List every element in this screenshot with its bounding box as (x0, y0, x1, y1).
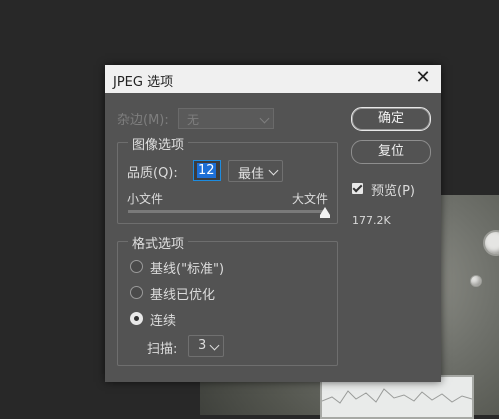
quality-preset-select[interactable]: 最佳 (228, 160, 283, 182)
radio-button[interactable] (130, 286, 143, 299)
format-options-group: 格式选项 基线("标准") 基线已优化 连续 扫描: 3 (117, 233, 338, 366)
dialog-titlebar[interactable]: JPEG 选项 ✕ (105, 65, 441, 93)
large-file-label: 大文件 (291, 192, 328, 206)
matte-select[interactable]: 无 (178, 108, 274, 129)
quality-slider-track[interactable] (128, 210, 325, 213)
format-option-label: 基线已优化 (150, 288, 216, 303)
image-options-group: 图像选项 品质(Q): 12 最佳 小文件 大文件 (117, 134, 338, 224)
quality-input-value: 12 (197, 163, 216, 178)
quality-input[interactable]: 12 (193, 160, 221, 181)
file-size-readout: 177.2K (352, 214, 391, 227)
image-options-title: 图像选项 (128, 134, 189, 153)
scan-select[interactable]: 3 (188, 335, 224, 357)
chevron-down-icon (268, 165, 279, 176)
close-icon[interactable]: ✕ (413, 67, 433, 89)
scan-select-value: 3 (198, 338, 207, 353)
jpeg-options-dialog: JPEG 选项 ✕ 杂边(M): 无 图像选项 品质(Q): 12 最佳 小文件… (105, 65, 441, 382)
sheet-graph-line (322, 388, 472, 404)
matte-select-value: 无 (187, 113, 200, 127)
matte-label: 杂边(M): (117, 113, 169, 128)
format-option-label: 连续 (150, 314, 177, 329)
canvas-knob (483, 230, 499, 256)
reset-button[interactable]: 复位 (351, 140, 431, 164)
quality-slider-thumb[interactable] (320, 207, 330, 218)
preview-checkbox[interactable] (352, 183, 363, 194)
chevron-down-icon (209, 340, 220, 351)
radio-button[interactable] (130, 260, 143, 273)
radio-button[interactable] (130, 312, 143, 325)
small-file-label: 小文件 (127, 192, 164, 206)
scan-label: 扫描: (147, 342, 178, 357)
format-option-label: 基线("标准") (150, 262, 225, 277)
canvas-knob-small (470, 275, 482, 287)
dialog-title: JPEG 选项 (113, 75, 174, 90)
quality-label: 品质(Q): (127, 166, 178, 181)
chevron-down-icon (259, 113, 270, 124)
format-options-title: 格式选项 (128, 233, 189, 252)
preview-label[interactable]: 预览(P) (371, 180, 415, 199)
quality-preset-value: 最佳 (238, 167, 265, 182)
ok-button[interactable]: 确定 (351, 107, 431, 131)
